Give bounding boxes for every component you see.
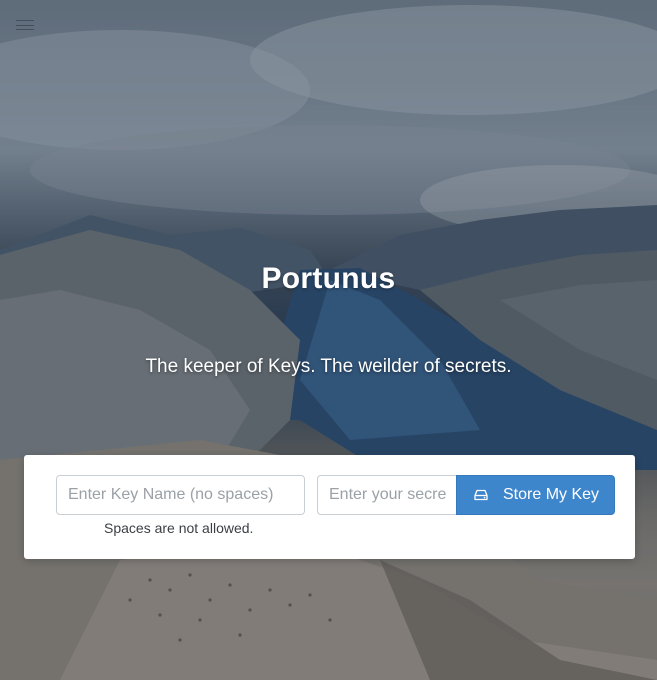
hero-section: Portunus The keeper of Keys. The weilder… [0, 0, 657, 680]
page-subtitle: The keeper of Keys. The weilder of secre… [145, 356, 512, 377]
secret-input[interactable] [317, 475, 457, 515]
store-key-form: Store My Key Spaces are not allowed. [24, 455, 635, 559]
hero-overlay [0, 0, 657, 680]
hamburger-menu-icon[interactable] [16, 18, 36, 32]
key-name-input[interactable] [56, 475, 305, 515]
page-title: Portunus [261, 262, 396, 295]
menu-line [16, 20, 34, 21]
menu-line [16, 29, 34, 30]
hard-drive-icon [474, 489, 488, 501]
store-key-button-label: Store My Key [503, 486, 600, 503]
menu-line [16, 24, 34, 26]
store-key-button[interactable]: Store My Key [456, 475, 615, 515]
key-name-help-text: Spaces are not allowed. [104, 520, 254, 536]
